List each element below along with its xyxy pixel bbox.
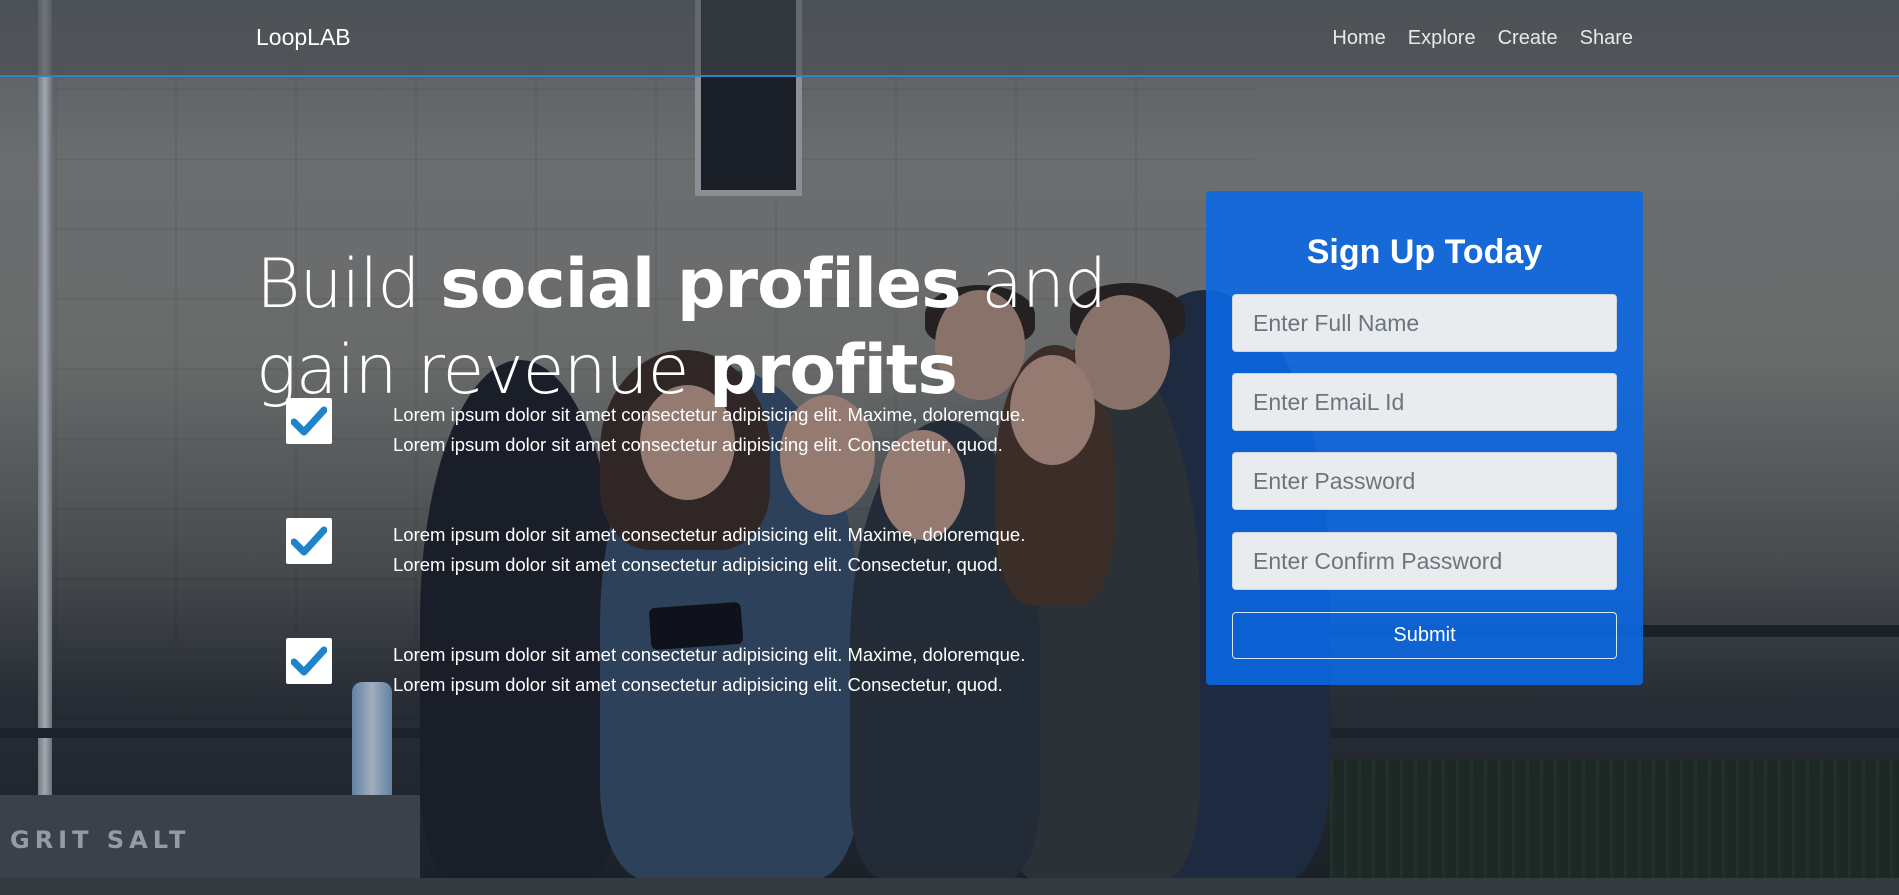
footer-strip [0, 878, 1899, 895]
check-icon [286, 398, 332, 444]
nav-home[interactable]: Home [1332, 27, 1385, 50]
submit-button[interactable]: Submit [1232, 612, 1617, 659]
feature-line: Lorem ipsum dolor sit amet consectetur a… [393, 554, 1003, 575]
nav-explore[interactable]: Explore [1408, 27, 1476, 50]
feature-line: Lorem ipsum dolor sit amet consectetur a… [393, 524, 1026, 545]
feature-item: Lorem ipsum dolor sit amet consectetur a… [286, 638, 1106, 698]
feature-item: Lorem ipsum dolor sit amet consectetur a… [286, 398, 1106, 458]
feature-line: Lorem ipsum dolor sit amet consectetur a… [393, 434, 1003, 455]
hero-headline: Build social profiles and gain revenue p… [256, 242, 1156, 414]
feature-text: Lorem ipsum dolor sit amet consectetur a… [393, 640, 1025, 700]
headline-bold: social profiles [440, 244, 961, 324]
headline-text: Build [256, 244, 441, 324]
feature-item: Lorem ipsum dolor sit amet consectetur a… [286, 518, 1106, 578]
feature-line: Lorem ipsum dolor sit amet consectetur a… [393, 644, 1026, 665]
brand-logo[interactable]: LoopLAB [256, 24, 351, 51]
feature-text: Lorem ipsum dolor sit amet consectetur a… [393, 400, 1025, 460]
nav-links: Home Explore Create Share [1310, 27, 1633, 50]
password-input[interactable] [1232, 452, 1617, 510]
signup-form: Sign Up Today Submit [1206, 191, 1643, 685]
feature-text: Lorem ipsum dolor sit amet consectetur a… [393, 520, 1025, 580]
fullname-input[interactable] [1232, 294, 1617, 352]
email-input[interactable] [1232, 373, 1617, 431]
check-icon [286, 638, 332, 684]
nav-create[interactable]: Create [1498, 27, 1558, 50]
signup-title: Sign Up Today [1306, 233, 1543, 271]
feature-line: Lorem ipsum dolor sit amet consectetur a… [393, 674, 1003, 695]
feature-line: Lorem ipsum dolor sit amet consectetur a… [393, 404, 1026, 425]
nav-share[interactable]: Share [1580, 27, 1633, 50]
confirm-password-input[interactable] [1232, 532, 1617, 590]
navbar: LoopLAB Home Explore Create Share [0, 0, 1899, 77]
check-icon [286, 518, 332, 564]
